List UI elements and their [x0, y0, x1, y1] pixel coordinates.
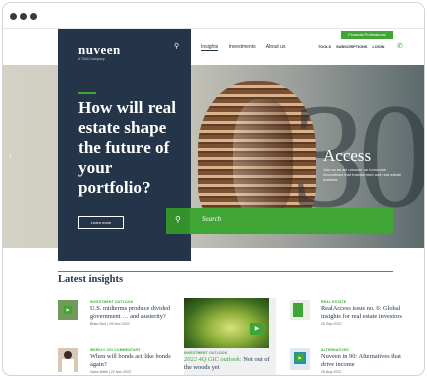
- card-meta: 26 Aug 2022: [321, 370, 342, 374]
- window-titlebar: [3, 3, 424, 29]
- card-thumbnail[interactable]: [290, 300, 310, 320]
- report-cover-icon: [293, 303, 303, 317]
- card-category: INVESTMENT OUTLOOK: [90, 300, 134, 304]
- search-bar: ⚲: [166, 208, 393, 234]
- close-window-button[interactable]: [10, 13, 17, 20]
- card-category: ALTERNATIVES: [321, 348, 349, 352]
- nav-investments[interactable]: Investments: [229, 44, 256, 50]
- card-title[interactable]: U.S. midterms produce divided government…: [90, 305, 176, 320]
- access-title: Access: [323, 146, 372, 165]
- carousel-prev-icon[interactable]: ‹: [9, 151, 12, 160]
- card-category: REAL ESTATE: [321, 300, 347, 304]
- card-thumbnail[interactable]: ▶: [290, 348, 310, 370]
- browser-window: 30 Access Join us as we uncover on tomor…: [2, 2, 425, 376]
- utility-nav: TOOLS SUBSCRIPTIONS LOGIN: [318, 45, 388, 49]
- learn-more-button[interactable]: Learn more: [78, 216, 124, 229]
- avatar-body: [62, 359, 74, 372]
- featured-insight-card[interactable]: ▶ INVESTMENT OUTLOOK 2022 4Q GIC outlook…: [184, 298, 276, 375]
- logo-tagline: A TIAA Company: [78, 57, 105, 61]
- accent-line: [78, 92, 96, 94]
- insight-card[interactable]: WEEKLY CIO COMMENTARY When will bonds ac…: [90, 348, 176, 374]
- nav-subscriptions[interactable]: SUBSCRIPTIONS: [336, 45, 367, 49]
- access-promo[interactable]: Access Join us as we uncover on tomorrow…: [323, 146, 403, 183]
- insight-card[interactable]: REAL ESTATE RealAccess issue no. 6: Glob…: [321, 300, 403, 326]
- hero-building-shade: [233, 99, 293, 219]
- hero-headline: How will real estate shape the future of…: [78, 98, 177, 197]
- play-icon: ▶: [296, 354, 304, 362]
- nav-insights[interactable]: Insights: [201, 44, 219, 51]
- insight-card[interactable]: INVESTMENT OUTLOOK U.S. midterms produce…: [90, 300, 176, 326]
- card-meta: 26 Sep 2022: [321, 322, 342, 326]
- nav-about-us[interactable]: About us: [266, 44, 286, 50]
- card-category: INVESTMENT OUTLOOK: [184, 351, 228, 355]
- phone-icon[interactable]: ✆: [397, 42, 403, 50]
- card-thumbnail[interactable]: ▶: [58, 300, 78, 320]
- card-thumbnail[interactable]: [58, 348, 78, 372]
- maximize-window-button[interactable]: [30, 13, 37, 20]
- card-meta: Saira Malik | 21 Nov 2022: [90, 370, 132, 374]
- nav-tools[interactable]: TOOLS: [318, 45, 331, 49]
- insights-divider: [58, 271, 393, 272]
- card-title[interactable]: 2022 4Q GIC outlook: Not out of the wood…: [184, 356, 276, 371]
- card-title[interactable]: When will bonds act like bonds again?: [90, 353, 176, 368]
- insights-heading: Latest insights: [58, 274, 124, 285]
- financial-professional-badge[interactable]: Financial Professional: [341, 31, 393, 39]
- card-meta: Brian Nick | 09 Nov 2022: [90, 322, 130, 326]
- card-title[interactable]: Nuveen in 90: Alternatives that drive in…: [321, 353, 403, 368]
- search-input[interactable]: [202, 215, 382, 223]
- insight-card[interactable]: ALTERNATIVES Nuveen in 90: Alternatives …: [321, 348, 403, 374]
- avatar: [64, 351, 72, 359]
- play-icon[interactable]: ▶: [250, 323, 264, 335]
- play-icon: ▶: [64, 306, 72, 314]
- nav-login[interactable]: LOGIN: [372, 45, 384, 49]
- search-icon[interactable]: ⚲: [174, 42, 179, 50]
- nuveen-logo[interactable]: nuveen: [78, 42, 121, 58]
- card-title-highlight: 2022 4Q GIC outlook:: [184, 356, 242, 363]
- minimize-window-button[interactable]: [20, 13, 27, 20]
- search-icon: ⚲: [175, 215, 181, 224]
- card-title[interactable]: RealAccess issue no. 6: Global insights …: [321, 305, 403, 320]
- card-category: WEEKLY CIO COMMENTARY: [90, 348, 141, 352]
- access-subtitle: Join us as we uncover on tomorrow innova…: [323, 167, 402, 182]
- main-nav: Insights Investments About us: [201, 44, 294, 51]
